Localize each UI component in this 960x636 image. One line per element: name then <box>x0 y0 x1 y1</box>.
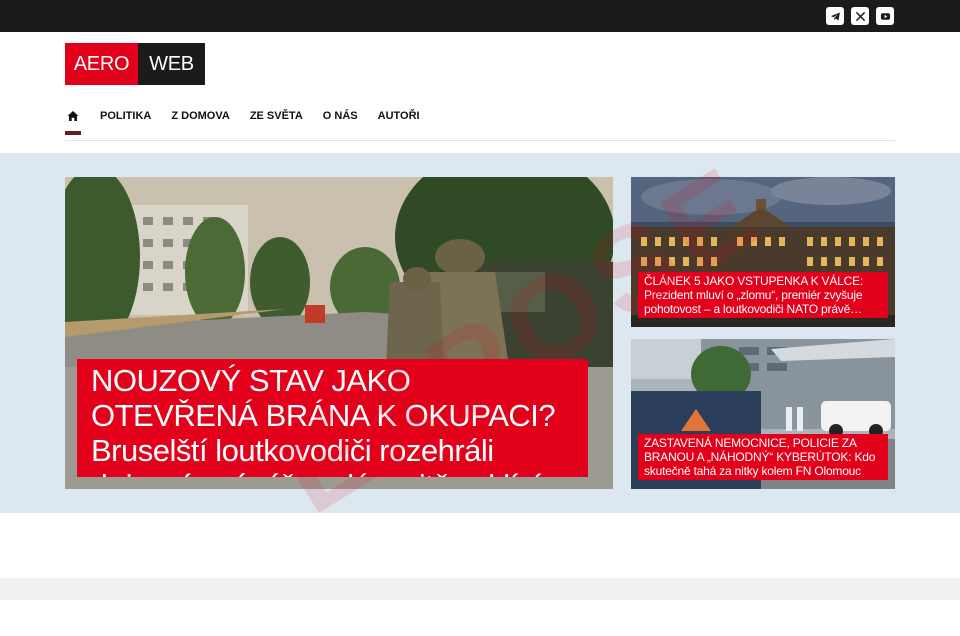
featured-article-side-2[interactable]: ZASTAVENÁ NEMOCNICE, POLICIE ZA BRANOU A… <box>631 339 895 489</box>
youtube-icon[interactable] <box>876 7 894 25</box>
featured-article-side-1[interactable]: ČLÁNEK 5 JAKO VSTUPENKA K VÁLCE: Prezide… <box>631 177 895 327</box>
side-article-1-title[interactable]: ČLÁNEK 5 JAKO VSTUPENKA K VÁLCE: Prezide… <box>638 272 888 318</box>
x-icon[interactable] <box>851 7 869 25</box>
top-bar <box>0 0 960 32</box>
nav-item-o-nas[interactable]: O NÁS <box>323 110 358 122</box>
logo-text-aero: AERO <box>65 43 138 85</box>
active-indicator <box>65 131 81 135</box>
nav-item-z-domova[interactable]: Z DOMOVA <box>171 110 229 122</box>
logo-text-web: WEB <box>138 43 205 85</box>
telegram-icon[interactable] <box>826 7 844 25</box>
main-article-title[interactable]: NOUZOVÝ STAV JAKO OTEVŘENÁ BRÁNA K OKUPA… <box>77 359 588 477</box>
nav-home[interactable] <box>65 103 81 135</box>
footer-strip <box>0 578 960 600</box>
main-nav: POLITIKA Z DOMOVA ZE SVĚTA O NÁS AUTOŘI <box>65 103 440 135</box>
nav-divider <box>65 140 895 141</box>
nav-item-autori[interactable]: AUTOŘI <box>378 110 420 122</box>
featured-article-main[interactable]: NOUZOVÝ STAV JAKO OTEVŘENÁ BRÁNA K OKUPA… <box>65 177 613 489</box>
site-logo[interactable]: AERO WEB <box>65 43 205 85</box>
home-icon <box>67 111 79 121</box>
nav-item-ze-sveta[interactable]: ZE SVĚTA <box>250 110 303 122</box>
nav-item-politika[interactable]: POLITIKA <box>100 110 151 122</box>
side-article-2-title[interactable]: ZASTAVENÁ NEMOCNICE, POLICIE ZA BRANOU A… <box>638 434 888 480</box>
